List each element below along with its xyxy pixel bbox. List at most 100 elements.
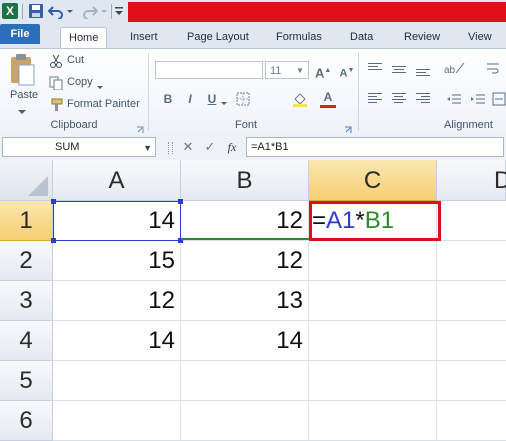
grow-font-icon[interactable]: A▲ [315, 63, 331, 80]
formula-ref-a1: A1 [326, 207, 356, 234]
font-size-combo[interactable]: 11 ▼ [265, 61, 309, 79]
cut-icon[interactable] [49, 54, 63, 68]
undo-icon[interactable] [47, 3, 64, 20]
tab-page-layout[interactable]: Page Layout [179, 27, 257, 47]
font-color-icon[interactable]: A [320, 89, 336, 105]
column-header-c[interactable]: C [309, 160, 437, 201]
tab-file[interactable]: File [0, 24, 40, 44]
font-name-combo[interactable] [155, 61, 263, 79]
reference-handle[interactable] [51, 238, 56, 243]
tab-formulas[interactable]: Formulas [268, 27, 330, 47]
cancel-icon[interactable]: ✕ [180, 138, 196, 156]
cell-b2[interactable]: 12 [181, 241, 309, 281]
cell-b3[interactable]: 13 [181, 281, 309, 321]
align-center-icon[interactable] [392, 93, 406, 105]
bold-button[interactable]: B [160, 91, 176, 107]
tab-review[interactable]: Review [396, 27, 448, 47]
align-left-icon[interactable] [368, 93, 382, 105]
paste-dropdown-icon[interactable] [16, 103, 28, 114]
row-header-3[interactable]: 3 [0, 281, 53, 321]
cell-d4[interactable] [437, 321, 506, 361]
reference-handle[interactable] [178, 199, 183, 204]
name-box-dropdown-icon[interactable]: ▼ [143, 139, 152, 157]
formula-bar-splitter[interactable] [168, 142, 173, 154]
cell-a4[interactable]: 14 [53, 321, 181, 361]
copy-button[interactable]: Copy [67, 76, 93, 88]
decrease-indent-icon[interactable] [446, 93, 462, 107]
cut-button[interactable]: Cut [67, 54, 84, 66]
clipboard-group-label: Clipboard [50, 119, 98, 131]
cell-b5[interactable] [181, 361, 309, 401]
paste-button[interactable]: Paste [10, 89, 38, 101]
format-painter-button[interactable]: Format Painter [67, 98, 140, 110]
underline-button[interactable]: U [204, 91, 220, 107]
name-box[interactable]: SUM ▼ [2, 137, 156, 157]
insert-function-icon[interactable]: fx [224, 138, 240, 156]
select-all-button[interactable] [0, 160, 53, 201]
format-painter-icon[interactable] [49, 98, 63, 112]
cell-d1[interactable] [437, 201, 506, 241]
italic-button[interactable]: I [182, 91, 198, 107]
cell-a2[interactable]: 15 [53, 241, 181, 281]
svg-text:ab: ab [444, 65, 456, 75]
align-middle-icon[interactable] [392, 66, 406, 78]
column-header-b[interactable]: B [181, 160, 309, 201]
tab-insert[interactable]: Insert [122, 27, 166, 47]
cell-b4[interactable]: 14 [181, 321, 309, 361]
redo-icon[interactable] [82, 3, 99, 20]
increase-indent-icon[interactable] [470, 93, 486, 107]
align-top-icon[interactable] [368, 63, 382, 75]
formula-input[interactable]: =A1*B1 [246, 137, 504, 157]
column-header-d[interactable]: D [437, 160, 506, 201]
wrap-text-icon[interactable] [486, 61, 500, 77]
customize-toolbar-icon[interactable] [114, 3, 124, 19]
cell-d3[interactable] [437, 281, 506, 321]
fill-color-icon[interactable] [292, 91, 308, 107]
copy-icon[interactable] [49, 76, 63, 91]
cell-c1[interactable]: =A1*B1 [309, 201, 437, 241]
cell-c2[interactable] [309, 241, 437, 281]
cell-c4[interactable] [309, 321, 437, 361]
cell-c6[interactable] [309, 401, 437, 441]
copy-dropdown-icon[interactable] [96, 79, 104, 89]
cell-b6[interactable] [181, 401, 309, 441]
cell-a5[interactable] [53, 361, 181, 401]
cell-a6[interactable] [53, 401, 181, 441]
cell-a3[interactable]: 12 [53, 281, 181, 321]
save-icon[interactable] [28, 3, 44, 19]
align-right-icon[interactable] [416, 93, 430, 105]
redo-dropdown-icon[interactable] [100, 3, 108, 19]
orientation-icon[interactable]: ab [444, 61, 466, 76]
row-header-4[interactable]: 4 [0, 321, 53, 361]
enter-icon[interactable]: ✓ [202, 138, 218, 156]
formula-ref-b1: B1 [364, 207, 395, 234]
cell-c5[interactable] [309, 361, 437, 401]
font-size-dropdown-icon[interactable]: ▼ [296, 62, 304, 80]
row-header-2[interactable]: 2 [0, 241, 53, 281]
underline-dropdown-icon[interactable] [220, 95, 228, 105]
tab-home[interactable]: Home [60, 27, 108, 48]
cell-d2[interactable] [437, 241, 506, 281]
shrink-font-icon[interactable]: A▼ [339, 63, 355, 80]
font-dialog-launcher-icon[interactable] [344, 121, 352, 133]
alignment-group-label: Alignment [444, 119, 493, 131]
cell-d5[interactable] [437, 361, 506, 401]
cell-d6[interactable] [437, 401, 506, 441]
column-header-a[interactable]: A [53, 160, 181, 201]
row-header-5[interactable]: 5 [0, 361, 53, 401]
undo-dropdown-icon[interactable] [66, 3, 74, 19]
align-bottom-icon[interactable] [416, 69, 430, 81]
merge-center-icon[interactable] [492, 91, 506, 107]
tab-view[interactable]: View [460, 27, 500, 47]
cell-c3[interactable] [309, 281, 437, 321]
row-header-6[interactable]: 6 [0, 401, 53, 441]
tab-data[interactable]: Data [342, 27, 381, 47]
reference-handle[interactable] [51, 199, 56, 204]
paste-icon[interactable] [8, 53, 36, 89]
excel-logo-icon[interactable]: X [2, 3, 18, 19]
clipboard-dialog-launcher-icon[interactable] [136, 121, 144, 133]
worksheet-grid: A B C D 1 2 3 4 5 6 14 12 =A1*B1 15 12 1… [0, 160, 506, 441]
cell-b1[interactable]: 12 [181, 201, 309, 241]
borders-icon[interactable] [236, 92, 250, 106]
row-header-1[interactable]: 1 [0, 201, 53, 241]
